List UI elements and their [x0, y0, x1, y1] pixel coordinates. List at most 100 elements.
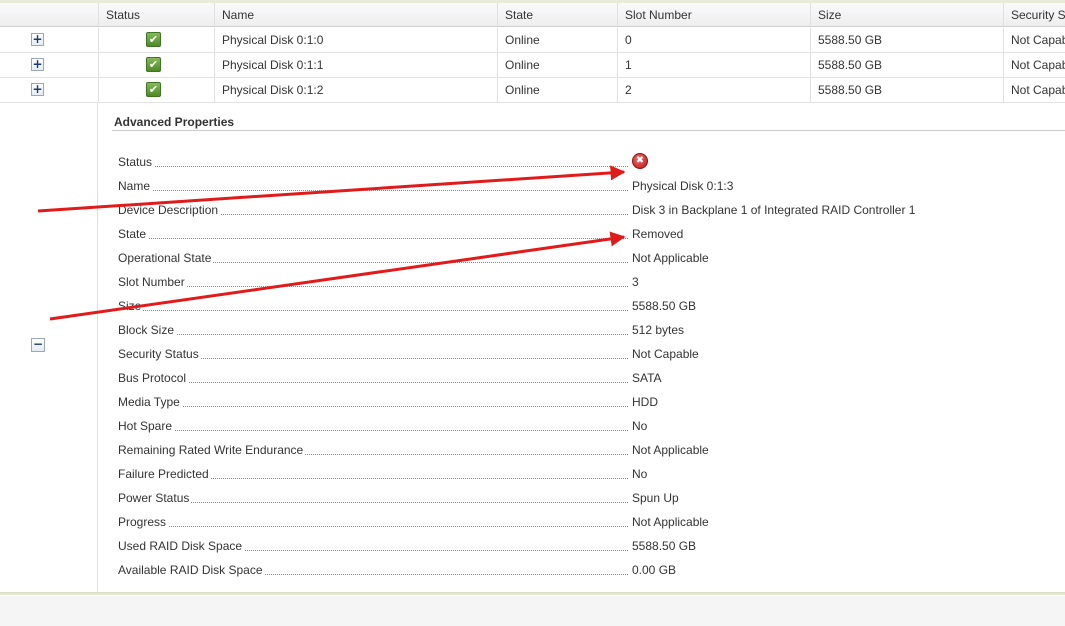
header-status[interactable]: Status — [98, 3, 214, 26]
property-label: Used RAID Disk Space — [118, 539, 245, 553]
property-row: Remaining Rated Write Endurance Not Appli… — [118, 441, 1065, 461]
section-divider — [112, 130, 1065, 131]
expanded-disk-details: − Advanced Properties Status ✖ Name Physica… — [0, 103, 1065, 592]
disk-state: Online — [497, 53, 617, 77]
disk-name: Physical Disk 0:1:0 — [214, 28, 497, 52]
physical-disks-page: Status Name State Slot Number Size Secur… — [0, 0, 1065, 626]
property-label: Name — [118, 179, 153, 193]
property-label: State — [118, 227, 149, 241]
header-expander-col — [0, 3, 98, 26]
property-row: Block Size 512 bytes — [118, 321, 1065, 341]
property-row: Used RAID Disk Space 5588.50 GB — [118, 537, 1065, 557]
property-value: Not Applicable — [632, 443, 709, 457]
header-size[interactable]: Size — [810, 3, 1003, 26]
property-label: Media Type — [118, 395, 182, 409]
property-row: Hot Spare No — [118, 417, 1065, 437]
property-row: State Removed — [118, 225, 1065, 245]
property-value: SATA — [632, 371, 662, 385]
table-row: + ✔ Physical Disk 0:1:2 Online 2 5588.50… — [0, 78, 1065, 103]
property-value: Physical Disk 0:1:3 — [632, 179, 734, 193]
expand-button[interactable]: + — [31, 83, 44, 96]
property-row: Size 5588.50 GB — [118, 297, 1065, 317]
expand-button[interactable]: + — [31, 33, 44, 46]
disk-slot: 1 — [617, 53, 810, 77]
collapse-button[interactable]: − — [31, 338, 45, 352]
property-value: No — [632, 419, 648, 433]
property-row: Progress Not Applicable — [118, 513, 1065, 533]
disk-state: Online — [497, 78, 617, 102]
disk-security: Not Capab — [1003, 78, 1065, 102]
disk-slot: 0 — [617, 28, 810, 52]
property-label: Device Description — [118, 203, 221, 217]
expander-cell: + — [0, 28, 98, 52]
property-row: Power Status Spun Up — [118, 489, 1065, 509]
expand-button[interactable]: + — [31, 58, 44, 71]
status-cell: ✔ — [98, 53, 214, 77]
expander-cell: + — [0, 53, 98, 77]
disk-security: Not Capab — [1003, 28, 1065, 52]
disk-size: 5588.50 GB — [810, 28, 1003, 52]
property-row: Status ✖ — [118, 153, 1065, 173]
footer-bar — [0, 596, 1065, 626]
property-value: 3 — [632, 275, 639, 289]
property-value: Not Capable — [632, 347, 699, 361]
property-row: Available RAID Disk Space 0.00 GB — [118, 561, 1065, 581]
property-row: Security Status Not Capable — [118, 345, 1065, 365]
disk-security: Not Capab — [1003, 53, 1065, 77]
table-row: + ✔ Physical Disk 0:1:1 Online 1 5588.50… — [0, 53, 1065, 78]
dotted-leader — [118, 286, 628, 287]
property-value: Removed — [632, 227, 684, 241]
status-error-icon: ✖ — [632, 153, 648, 169]
header-name[interactable]: Name — [214, 3, 497, 26]
disk-size: 5588.50 GB — [810, 78, 1003, 102]
dotted-leader — [118, 310, 628, 311]
property-value: Disk 3 in Backplane 1 of Integrated RAID… — [632, 203, 916, 217]
property-row: Media Type HDD — [118, 393, 1065, 413]
property-label: Size — [118, 299, 144, 313]
dotted-leader — [118, 238, 628, 239]
property-row: Operational State Not Applicable — [118, 249, 1065, 269]
header-security-status[interactable]: Security S — [1003, 3, 1065, 26]
property-value: Not Applicable — [632, 515, 709, 529]
property-label: Slot Number — [118, 275, 187, 289]
dotted-leader — [118, 190, 628, 191]
property-row: Name Physical Disk 0:1:3 — [118, 177, 1065, 197]
property-label: Block Size — [118, 323, 177, 337]
dotted-leader — [118, 406, 628, 407]
property-row: Device Description Disk 3 in Backplane 1 … — [118, 201, 1065, 221]
header-slot-number[interactable]: Slot Number — [617, 3, 810, 26]
property-row: Slot Number 3 — [118, 273, 1065, 293]
property-value: 512 bytes — [632, 323, 685, 337]
property-label: Status — [118, 155, 155, 169]
status-cell: ✔ — [98, 28, 214, 52]
disk-size: 5588.50 GB — [810, 53, 1003, 77]
status-ok-icon: ✔ — [146, 82, 161, 97]
disk-slot: 2 — [617, 78, 810, 102]
header-state[interactable]: State — [497, 3, 617, 26]
property-label: Failure Predicted — [118, 467, 211, 481]
disk-state: Online — [497, 28, 617, 52]
property-value: Not Applicable — [632, 251, 709, 265]
dotted-leader — [118, 166, 628, 167]
property-label: Power Status — [118, 491, 192, 505]
property-label: Security Status — [118, 347, 201, 361]
status-cell: ✔ — [98, 78, 214, 102]
expander-cell: + — [0, 78, 98, 102]
status-ok-icon: ✔ — [146, 32, 161, 47]
property-value: 5588.50 GB — [632, 299, 697, 313]
dotted-leader — [118, 382, 628, 383]
disk-name: Physical Disk 0:1:2 — [214, 78, 497, 102]
dotted-leader — [118, 430, 628, 431]
property-row: Failure Predicted No — [118, 465, 1065, 485]
property-label: Available RAID Disk Space — [118, 563, 265, 577]
property-value: Spun Up — [632, 491, 679, 505]
advanced-properties-title: Advanced Properties — [114, 115, 235, 129]
dotted-leader — [118, 334, 628, 335]
property-value: 5588.50 GB — [632, 539, 697, 553]
table-header: Status Name State Slot Number Size Secur… — [0, 3, 1065, 27]
property-value: HDD — [632, 395, 658, 409]
disk-name: Physical Disk 0:1:1 — [214, 53, 497, 77]
table-row: + ✔ Physical Disk 0:1:0 Online 0 5588.50… — [0, 28, 1065, 53]
property-value: No — [632, 467, 648, 481]
property-label: Remaining Rated Write Endurance — [118, 443, 306, 457]
